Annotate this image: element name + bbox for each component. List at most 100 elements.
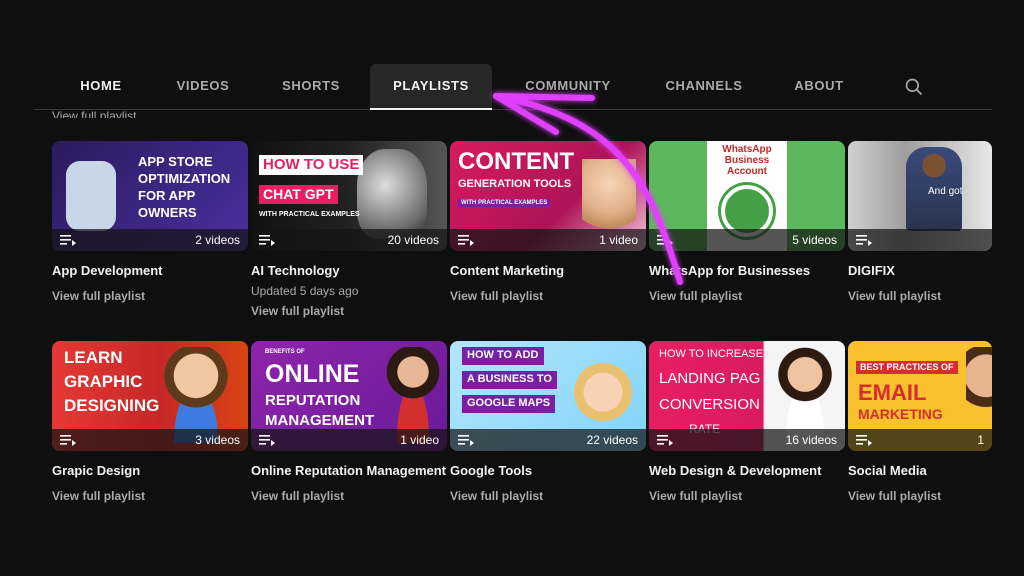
thumbnail-text: ONLINE (265, 360, 360, 388)
thumbnail-text: FOR APP (138, 188, 196, 203)
tab-about[interactable]: ABOUT (786, 64, 852, 110)
playlist-title[interactable]: WhatsApp for Businesses (649, 261, 845, 280)
thumbnail-text: A BUSINESS TO (462, 371, 557, 389)
playlist-card: HOW TO INCREASE LANDING PAG CONVERSION R… (649, 341, 845, 503)
playlist-thumbnail[interactable]: And got (848, 141, 992, 251)
tab-community[interactable]: COMMUNITY (516, 64, 620, 110)
playlist-icon (856, 435, 872, 446)
thumbnail-text: CONTENT (458, 148, 574, 175)
thumbnail-overlay: 5 videos (649, 229, 845, 251)
playlist-title[interactable]: App Development (52, 261, 248, 280)
view-full-playlist-link[interactable]: View full playlist (649, 289, 845, 303)
thumbnail-text: HOW TO ADD (462, 347, 544, 365)
playlist-thumbnail[interactable]: HOW TO INCREASE LANDING PAG CONVERSION R… (649, 341, 845, 451)
playlist-title[interactable]: Online Reputation Management (251, 461, 447, 480)
playlist-title[interactable]: DIGIFIX (848, 261, 992, 280)
tab-videos[interactable]: VIDEOS (166, 64, 240, 110)
playlist-icon (60, 435, 76, 446)
thumbnail-text: EMAIL (858, 380, 927, 405)
thumbnail-text: LEARN (64, 348, 123, 367)
thumbnail-text: BEST PRACTICES OF (856, 361, 958, 375)
playlist-card: HOW TO USE CHAT GPT WITH PRACTICAL EXAMP… (251, 141, 447, 318)
playlist-icon (259, 235, 275, 246)
playlist-thumbnail[interactable]: WhatsApp Business Account 5 videos (649, 141, 845, 251)
view-full-playlist-link[interactable]: View full playlist (251, 489, 447, 503)
thumbnail-text: GENERATION TOOLS (458, 178, 572, 190)
playlist-thumbnail[interactable]: HOW TO ADD A BUSINESS TO GOOGLE MAPS 22 … (450, 341, 646, 451)
thumbnail-text: CONVERSION (659, 396, 760, 413)
thumbnail-text: APP STORE (138, 154, 213, 169)
view-full-playlist-link[interactable]: View full playlist (52, 489, 248, 503)
video-count: 20 videos (387, 233, 439, 247)
thumbnail-text: GRAPHIC (64, 372, 143, 391)
thumbnail-overlay (848, 229, 992, 251)
playlist-thumbnail[interactable]: LEARN GRAPHIC DESIGNING 3 videos (52, 341, 248, 451)
playlist-thumbnail[interactable]: HOW TO USE CHAT GPT WITH PRACTICAL EXAMP… (251, 141, 447, 251)
tab-home[interactable]: HOME (68, 64, 134, 110)
playlist-thumbnail[interactable]: APP STORE OPTIMIZATION FOR APP OWNERS 2 … (52, 141, 248, 251)
thumbnail-text: CHAT GPT (259, 185, 338, 204)
thumbnail-text: And got (928, 186, 963, 197)
view-full-playlist-link[interactable]: View full playlist (251, 304, 447, 318)
video-count: 16 videos (785, 433, 837, 447)
thumbnail-text: Account (727, 166, 767, 177)
tab-shorts[interactable]: SHORTS (274, 64, 348, 110)
video-count: 3 videos (195, 433, 240, 447)
view-full-playlist-link[interactable]: View full playlist (450, 489, 646, 503)
thumbnail-text: OWNERS (138, 205, 197, 220)
playlist-thumbnail[interactable]: BENEFITS OF ONLINE REPUTATION MANAGEMENT… (251, 341, 447, 451)
thumbnail-text: HOW TO INCREASE (659, 348, 764, 360)
channel-tabs: HOME VIDEOS SHORTS PLAYLISTS COMMUNITY C… (34, 64, 992, 110)
updated-text: Updated 5 days ago (251, 284, 359, 298)
thumbnail-text: Business (724, 155, 770, 166)
view-full-playlist-link[interactable]: View full playlist (649, 489, 845, 503)
playlist-title[interactable]: Content Marketing (450, 261, 646, 280)
playlist-icon (458, 235, 474, 246)
playlist-title[interactable]: AI Technology (251, 261, 447, 280)
thumbnail-overlay: 1 (848, 429, 992, 451)
playlist-card: And got DIGIFIX View full playlist (848, 141, 992, 303)
video-count: 22 videos (586, 433, 638, 447)
thumbnail-text: REPUTATION (265, 392, 361, 409)
playlist-card: LEARN GRAPHIC DESIGNING 3 videos Grapic … (52, 341, 248, 503)
playlist-card: BENEFITS OF ONLINE REPUTATION MANAGEMENT… (251, 341, 447, 503)
playlist-thumbnail[interactable]: CONTENT GENERATION TOOLS WITH PRACTICAL … (450, 141, 646, 251)
playlist-title[interactable]: Web Design & Development (649, 461, 845, 480)
playlist-title[interactable]: Google Tools (450, 461, 646, 480)
view-full-playlist-link[interactable]: View full playlist (52, 289, 248, 303)
playlist-icon (657, 435, 673, 446)
thumbnail-overlay: 3 videos (52, 429, 248, 451)
view-full-playlist-link[interactable]: View full playlist (450, 289, 646, 303)
playlist-card: HOW TO ADD A BUSINESS TO GOOGLE MAPS 22 … (450, 341, 646, 503)
thumbnail-text: HOW TO USE (259, 155, 364, 175)
tab-playlists[interactable]: PLAYLISTS (370, 64, 492, 110)
thumbnail-text: BENEFITS OF (265, 349, 305, 355)
thumbnail-overlay: 1 video (450, 229, 646, 251)
playlist-icon (458, 435, 474, 446)
thumbnail-overlay: 22 videos (450, 429, 646, 451)
clipped-view-full-playlist-link[interactable]: View full playlist (52, 106, 136, 118)
playlist-title[interactable]: Social Media (848, 461, 992, 480)
search-icon[interactable] (904, 77, 924, 97)
playlist-card: BEST PRACTICES OF EMAIL MARKETING 1 Soci… (848, 341, 992, 503)
thumbnail-text: WITH PRACTICAL EXAMPLES (458, 199, 551, 208)
view-full-playlist-link[interactable]: View full playlist (848, 489, 992, 503)
playlist-thumbnail[interactable]: BEST PRACTICES OF EMAIL MARKETING 1 (848, 341, 992, 451)
thumbnail-text: DESIGNING (64, 396, 160, 415)
thumbnail-overlay: 2 videos (52, 229, 248, 251)
tab-channels[interactable]: CHANNELS (656, 64, 752, 110)
thumbnail-text: WITH PRACTICAL EXAMPLES (259, 211, 360, 218)
playlist-card: WhatsApp Business Account 5 videos Whats… (649, 141, 845, 303)
thumbnail-text: LANDING PAG (659, 370, 761, 387)
playlist-icon (856, 235, 872, 246)
video-count: 1 video (400, 433, 439, 447)
video-count: 2 videos (195, 233, 240, 247)
playlist-title[interactable]: Grapic Design (52, 461, 248, 480)
thumbnail-text: OPTIMIZATION (138, 171, 231, 186)
playlist-card: APP STORE OPTIMIZATION FOR APP OWNERS 2 … (52, 141, 248, 303)
thumbnail-text: GOOGLE MAPS (462, 395, 556, 413)
video-count: 1 (977, 433, 984, 447)
view-full-playlist-link[interactable]: View full playlist (848, 289, 992, 303)
thumbnail-overlay: 20 videos (251, 229, 447, 251)
thumbnail-text: MARKETING (858, 406, 943, 422)
